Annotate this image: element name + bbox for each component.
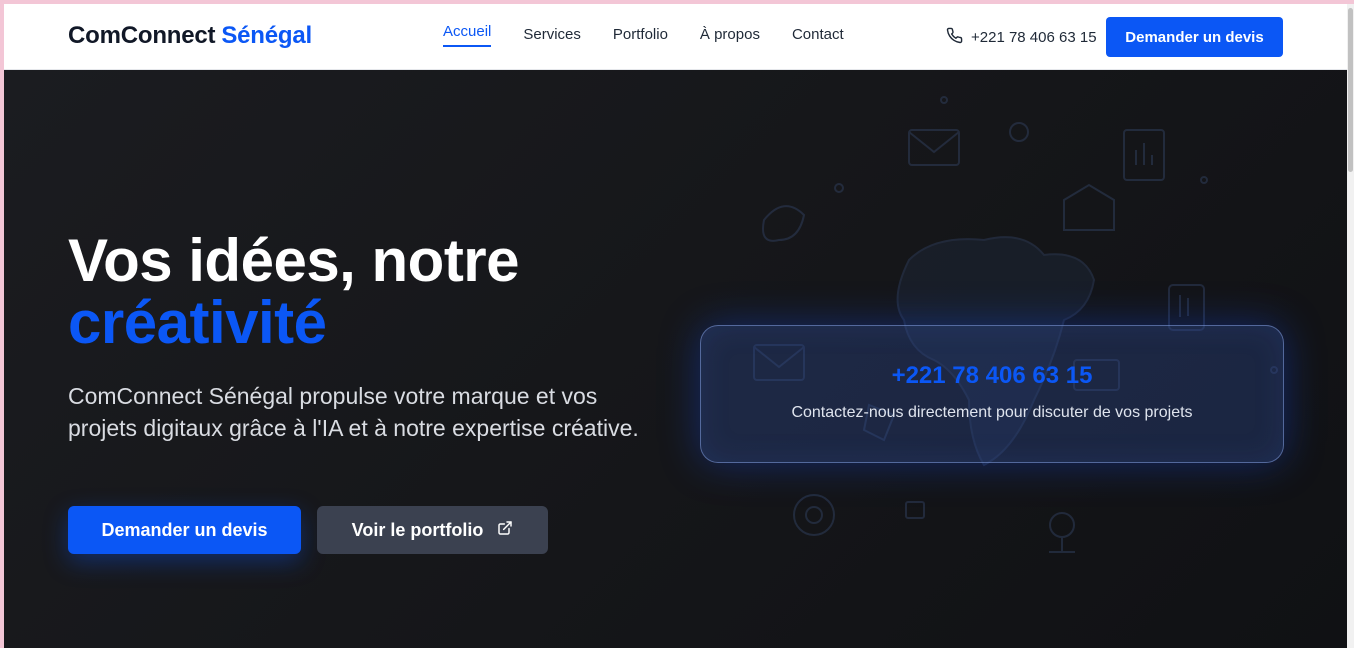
scrollbar-thumb[interactable]: [1348, 8, 1353, 172]
hero-subtitle: ComConnect Sénégal propulse votre marque…: [68, 383, 639, 441]
phone-icon: [946, 27, 963, 48]
nav-item-services[interactable]: Services: [523, 26, 581, 47]
contact-card-text: Contactez-nous directement pour discuter…: [791, 404, 1193, 421]
hero-quote-button[interactable]: Demander un devis: [68, 506, 301, 554]
header-phone-link[interactable]: +221 78 406 63 15: [946, 27, 1097, 48]
nav-item-a-propos[interactable]: À propos: [700, 26, 760, 47]
hero-section: Vos idées, notre créativité ComConnect S…: [4, 70, 1347, 648]
hero-title-line1: Vos idées, notre: [68, 227, 520, 294]
contact-card-phone[interactable]: +221 78 406 63 15: [701, 362, 1283, 390]
hero-title: Vos idées, notre créativité: [68, 227, 520, 356]
nav-item-accueil[interactable]: Accueil: [443, 23, 492, 47]
site-logo[interactable]: ComConnect Sénégal: [68, 22, 312, 50]
portfolio-button[interactable]: Voir le portfolio: [317, 506, 548, 554]
header-phone-number: +221 78 406 63 15: [971, 29, 1097, 46]
external-link-icon: [497, 520, 513, 541]
site-header: ComConnect Sénégal Accueil Services Portf…: [4, 4, 1347, 70]
browser-viewport: ComConnect Sénégal Accueil Services Portf…: [4, 4, 1347, 648]
logo-part2: Sénégal: [221, 22, 312, 49]
contact-card: +221 78 406 63 15 Contactez-nous directe…: [700, 325, 1284, 463]
main-nav: Accueil Services Portfolio À propos Cont…: [443, 23, 844, 47]
page-scrollbar[interactable]: [1347, 4, 1354, 648]
logo-part1: ComConnect: [68, 22, 216, 49]
hero-title-accent: créativité: [68, 289, 327, 356]
portfolio-button-label: Voir le portfolio: [351, 519, 484, 540]
header-quote-button[interactable]: Demander un devis: [1106, 17, 1283, 57]
nav-item-portfolio[interactable]: Portfolio: [613, 26, 668, 47]
nav-item-contact[interactable]: Contact: [792, 26, 844, 47]
